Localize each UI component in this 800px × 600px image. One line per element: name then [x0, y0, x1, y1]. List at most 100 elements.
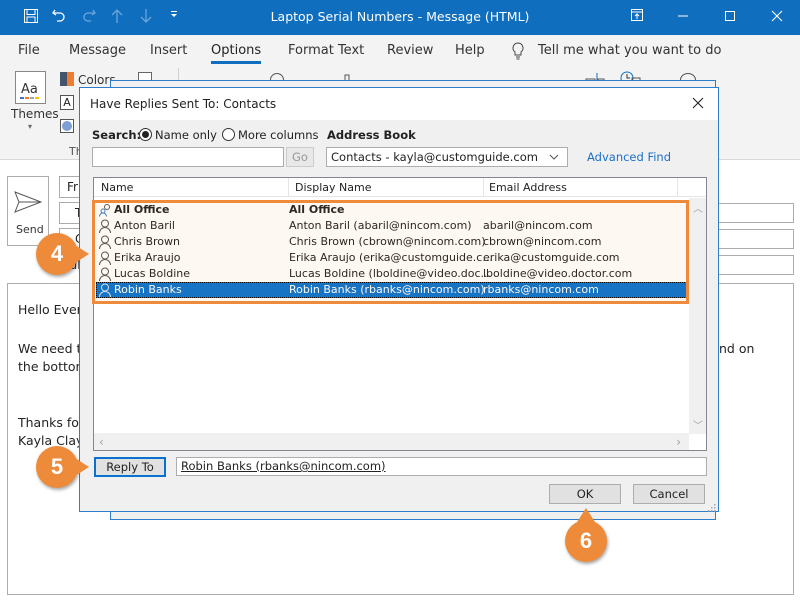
column-separator[interactable] — [288, 178, 289, 196]
address-book-value: Contacts - kayla@customguide.com — [331, 150, 538, 164]
previous-item-icon[interactable] — [108, 8, 126, 26]
contact-email: abaril@nincom.com — [483, 219, 593, 232]
scroll-left-icon[interactable]: ‹ — [99, 435, 104, 449]
contact-display-name: Erika Araujo (erika@customguide.c... — [289, 251, 493, 264]
list-item[interactable]: Lucas Boldine Lucas Boldine (lboldine@vi… — [96, 266, 689, 282]
contact-icon — [99, 235, 111, 249]
contact-display-name: Robin Banks (rbanks@nincom.com) — [289, 283, 485, 296]
dialog-close-icon[interactable] — [686, 92, 710, 116]
step-callout-4: 4 — [36, 233, 89, 275]
themes-button[interactable]: Aa — [15, 71, 46, 104]
column-separator[interactable] — [483, 178, 484, 196]
list-item[interactable]: Anton Baril Anton Baril (abaril@nincom.c… — [96, 218, 689, 234]
tab-message[interactable]: Message — [69, 43, 126, 58]
scroll-down-icon[interactable]: ﹀ — [693, 417, 703, 432]
contact-icon — [99, 219, 111, 233]
column-header-email[interactable]: Email Address — [489, 181, 567, 194]
scroll-right-icon[interactable]: › — [676, 435, 681, 449]
name-only-radio[interactable] — [139, 128, 152, 141]
contact-icon — [99, 251, 111, 265]
body-line: Thanks for — [18, 415, 85, 430]
tab-insert[interactable]: Insert — [150, 43, 187, 58]
minimize-icon[interactable] — [671, 6, 695, 28]
send-label: Send — [16, 223, 44, 236]
scroll-up-icon[interactable]: ︿ — [693, 200, 703, 215]
customize-quick-access-icon[interactable] — [165, 8, 183, 26]
contact-email: rbanks@nincom.com — [483, 283, 599, 296]
list-header: Name Display Name Email Address — [94, 178, 706, 197]
contact-name: Chris Brown — [114, 235, 180, 248]
vertical-scrollbar[interactable]: ︿ ﹀ — [689, 198, 706, 434]
list-item[interactable]: All Office All Office — [96, 202, 689, 218]
name-only-label[interactable]: Name only — [155, 128, 217, 142]
contact-display-name: Chris Brown (cbrown@nincom.com) — [289, 235, 486, 248]
column-header-name[interactable]: Name — [101, 181, 133, 194]
step-number: 4 — [50, 241, 64, 266]
from-label: Fr — [67, 180, 78, 194]
svg-text:Aa: Aa — [21, 82, 38, 97]
contact-name: All Office — [114, 203, 170, 216]
contact-name: Erika Araujo — [114, 251, 181, 264]
step-callout-5: 5 — [36, 446, 89, 488]
reply-to-button[interactable]: Reply To — [94, 457, 166, 477]
ok-button[interactable]: OK — [549, 484, 621, 504]
address-book-label: Address Book — [327, 128, 416, 142]
undo-icon[interactable] — [50, 8, 68, 26]
chevron-down-icon — [549, 154, 559, 160]
tab-help[interactable]: Help — [455, 43, 485, 58]
horizontal-scrollbar[interactable]: ‹ › — [94, 433, 689, 450]
ribbon-tabs: File Message Insert Options Format Text … — [0, 35, 800, 65]
go-button[interactable]: Go — [286, 147, 314, 167]
step-callout-6: 6 — [565, 508, 607, 562]
column-separator[interactable] — [677, 178, 678, 196]
body-line: the bottor — [18, 359, 81, 374]
save-icon[interactable] — [22, 8, 40, 26]
to-field[interactable] — [706, 203, 794, 223]
cc-field[interactable] — [706, 229, 794, 249]
contact-icon — [99, 283, 111, 297]
dialog-title: Have Replies Sent To: Contacts — [90, 97, 277, 111]
tell-me-search[interactable]: Tell me what you want to do — [538, 43, 721, 58]
more-columns-radio[interactable] — [222, 128, 235, 141]
contact-display-name: All Office — [289, 203, 345, 216]
body-line: Hello Ever — [18, 302, 82, 317]
contact-email: lboldine@video.doctor.com — [483, 267, 633, 280]
next-item-icon[interactable] — [137, 8, 155, 26]
body-line-fragment: nd on — [719, 341, 755, 356]
cancel-button[interactable]: Cancel — [633, 484, 705, 504]
contact-name: Robin Banks — [114, 283, 182, 296]
close-icon[interactable] — [765, 6, 789, 28]
reply-to-field[interactable]: Robin Banks (rbanks@nincom.com) — [176, 457, 707, 476]
themes-label: Themes — [11, 107, 59, 121]
column-header-display-name[interactable]: Display Name — [295, 181, 372, 194]
restore-ribbon-icon[interactable] — [625, 6, 649, 28]
contacts-list[interactable]: Name Display Name Email Address All Offi… — [93, 177, 707, 451]
redo-icon[interactable] — [80, 8, 98, 26]
contact-display-name: Anton Baril (abaril@nincom.com) — [289, 219, 472, 232]
list-item-selected[interactable]: Robin Banks Robin Banks (rbanks@nincom.c… — [96, 282, 689, 298]
step-number: 5 — [50, 454, 64, 479]
contact-name: Anton Baril — [114, 219, 175, 232]
list-item[interactable]: Chris Brown Chris Brown (cbrown@nincom.c… — [96, 234, 689, 250]
dialog-title-bar: Have Replies Sent To: Contacts — [80, 88, 718, 120]
resize-grip-icon[interactable] — [708, 501, 716, 512]
search-input[interactable] — [92, 147, 284, 167]
address-book-dropdown[interactable]: Contacts - kayla@customguide.com — [326, 147, 568, 167]
chevron-down-icon: ▾ — [28, 122, 33, 131]
send-button[interactable]: Send — [7, 176, 49, 246]
tab-options[interactable]: Options — [211, 43, 262, 64]
subject-field[interactable] — [706, 255, 794, 275]
advanced-find-link[interactable]: Advanced Find — [587, 150, 671, 164]
group-icon — [99, 204, 110, 217]
fonts-icon[interactable]: A — [60, 95, 74, 110]
maximize-icon[interactable] — [718, 6, 742, 28]
list-item[interactable]: Erika Araujo Erika Araujo (erika@customg… — [96, 250, 689, 266]
tab-review[interactable]: Review — [387, 43, 433, 58]
effects-icon[interactable] — [60, 119, 74, 133]
tab-format-text[interactable]: Format Text — [288, 43, 364, 58]
tab-file[interactable]: File — [18, 43, 40, 58]
body-line: We need t — [18, 341, 82, 356]
search-label: Search: — [92, 128, 142, 142]
contact-icon — [99, 267, 111, 281]
more-columns-label[interactable]: More columns — [238, 128, 319, 142]
